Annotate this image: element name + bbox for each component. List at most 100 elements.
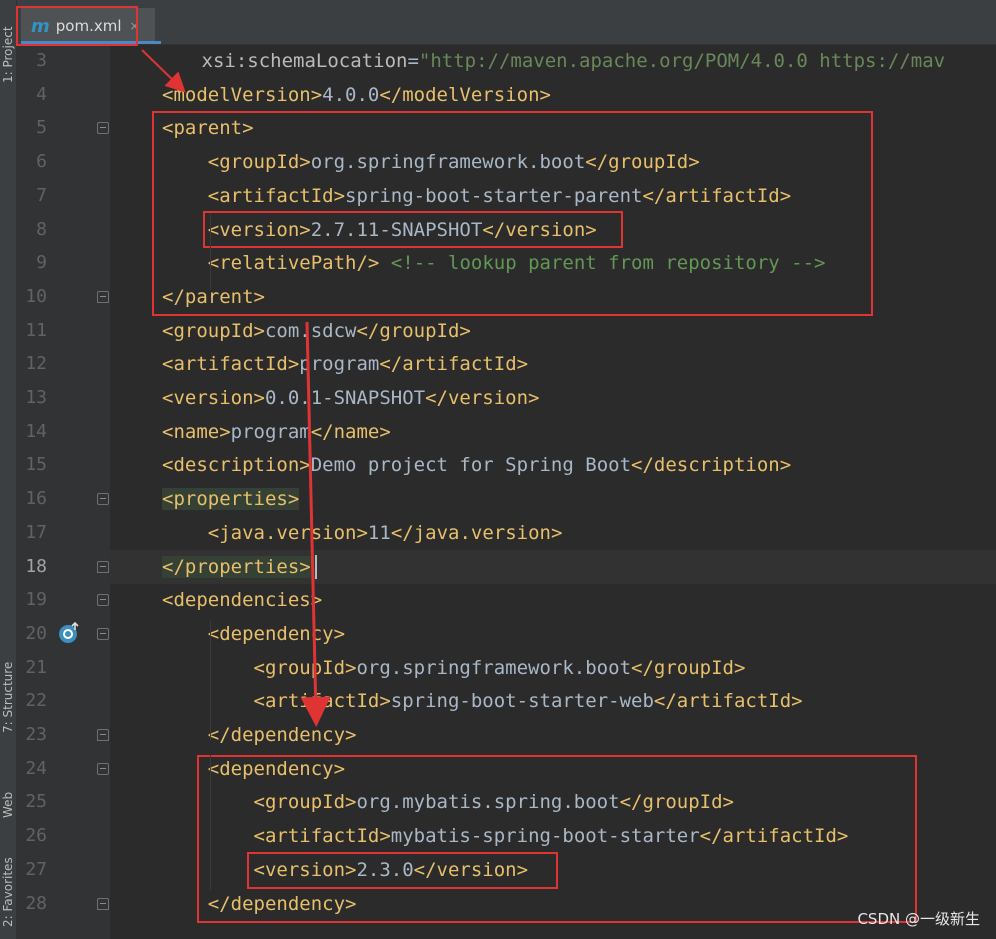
code-token: </dependency> xyxy=(207,724,357,746)
code-line[interactable]: <groupId>com.sdcw</groupId> xyxy=(162,314,471,348)
text-caret xyxy=(315,555,317,579)
spring-run-gutter-icon[interactable] xyxy=(57,621,81,645)
code-line[interactable]: <version>0.0.1-SNAPSHOT</version> xyxy=(162,381,540,415)
code-token: </artifactId> xyxy=(379,353,529,376)
line-number: 5 xyxy=(36,117,47,139)
code-token: <artifactId> xyxy=(253,690,391,713)
line-number: 28 xyxy=(25,892,47,914)
code-token: <version> xyxy=(253,858,357,881)
fold-marker-icon[interactable] xyxy=(97,493,109,506)
code-line[interactable]: <dependency> xyxy=(162,617,345,651)
line-number: 6 xyxy=(36,151,47,173)
code-token: </properties> xyxy=(162,555,311,578)
fold-marker-icon[interactable] xyxy=(97,627,109,640)
code-token: <dependency> xyxy=(207,757,346,780)
code-line[interactable]: <properties> xyxy=(162,482,300,516)
line-number: 12 xyxy=(25,353,47,375)
code-token: <version> xyxy=(207,218,311,241)
fold-marker-icon[interactable] xyxy=(97,762,109,775)
line-number: 14 xyxy=(25,420,47,442)
code-token: <artifactId> xyxy=(207,184,346,207)
code-token: spring-boot-starter-parent xyxy=(345,184,643,207)
code-token: </version> xyxy=(482,218,597,241)
code-line[interactable]: <groupId>org.springframework.boot</group… xyxy=(162,651,746,685)
code-token: : xyxy=(235,50,248,72)
code-token: </artifactId> xyxy=(653,690,803,713)
code-token: </groupId> xyxy=(585,151,700,174)
code-line[interactable]: <description>Demo project for Spring Boo… xyxy=(162,448,791,482)
fold-marker-icon[interactable] xyxy=(97,729,109,741)
code-line[interactable]: </dependency> xyxy=(162,887,357,921)
close-tab-icon[interactable]: × xyxy=(130,19,140,33)
code-token: <groupId> xyxy=(253,791,357,814)
code-line[interactable]: <version>2.3.0</version> xyxy=(162,853,529,887)
line-number: 7 xyxy=(36,184,47,206)
code-token: <dependency> xyxy=(207,622,346,645)
code-line[interactable]: <groupId>org.springframework.boot</group… xyxy=(162,145,700,179)
code-line[interactable]: </properties> xyxy=(162,550,311,584)
indent-guide xyxy=(210,755,211,890)
code-line[interactable]: <dependency> xyxy=(162,752,345,786)
line-number: 16 xyxy=(25,488,47,510)
line-number: 10 xyxy=(25,285,47,307)
code-line[interactable]: <artifactId>program</artifactId> xyxy=(162,347,528,381)
code-line[interactable]: <groupId>org.mybatis.spring.boot</groupI… xyxy=(162,785,734,819)
code-line[interactable]: <modelVersion>4.0.0</modelVersion> xyxy=(162,78,551,112)
line-number: 25 xyxy=(25,791,47,813)
code-token: </description> xyxy=(631,454,792,477)
code-token: schemaLocation xyxy=(247,50,408,72)
fold-marker-icon[interactable] xyxy=(97,560,109,573)
watermark-text: CSDN @一级新生 xyxy=(857,910,980,928)
code-token: org.springframework.boot xyxy=(356,656,632,679)
code-token: org.springframework.boot xyxy=(310,151,586,174)
code-token: <artifactId> xyxy=(162,353,300,376)
code-line[interactable]: </dependency> xyxy=(162,718,357,752)
line-number: 3 xyxy=(36,50,47,71)
code-token: <groupId> xyxy=(253,656,357,679)
code-line[interactable]: <artifactId>spring-boot-starter-web</art… xyxy=(162,684,803,718)
fold-marker-icon[interactable] xyxy=(97,290,109,303)
code-token: </groupId> xyxy=(631,656,746,679)
code-token: 11 xyxy=(367,521,391,544)
code-line[interactable]: <parent> xyxy=(162,111,254,145)
code-token: Demo project for Spring Boot xyxy=(310,454,632,477)
code-token: <artifactId> xyxy=(253,825,391,848)
code-line[interactable]: <artifactId>spring-boot-starter-parent</… xyxy=(162,179,791,213)
code-line[interactable]: xsi:schemaLocation="http://maven.apache.… xyxy=(110,44,946,78)
fold-marker-icon[interactable] xyxy=(97,897,109,910)
line-number: 17 xyxy=(25,521,47,543)
code-line[interactable]: <artifactId>mybatis-spring-boot-starter<… xyxy=(162,819,849,853)
line-number: 22 xyxy=(25,690,47,712)
code-line[interactable]: <java.version>11</java.version> xyxy=(162,516,563,550)
fold-marker-icon[interactable] xyxy=(97,594,109,607)
code-token: </groupId> xyxy=(619,791,734,814)
code-token: xsi xyxy=(110,50,236,72)
code-token: 2.3.0 xyxy=(356,858,414,881)
fold-marker-icon[interactable] xyxy=(97,122,109,135)
code-token: </modelVersion> xyxy=(379,83,551,106)
line-number: 8 xyxy=(36,218,47,240)
line-number: 4 xyxy=(36,83,47,105)
code-token: <groupId> xyxy=(207,151,311,174)
code-line[interactable]: <version>2.7.11-SNAPSHOT</version> xyxy=(162,213,597,247)
code-token: <!-- lookup parent from repository --> xyxy=(390,252,826,275)
code-token: <relativePath/> xyxy=(207,252,380,275)
code-token: program xyxy=(230,420,311,443)
code-token: <properties> xyxy=(162,488,300,511)
code-token: <groupId> xyxy=(162,319,265,342)
code-line[interactable]: <name>program</name> xyxy=(162,415,391,449)
line-number: 23 xyxy=(25,724,47,745)
code-line[interactable]: <relativePath/> <!-- lookup parent from … xyxy=(162,246,826,280)
code-line[interactable]: <dependencies> xyxy=(162,583,322,617)
editor-tab-pom-xml[interactable]: m pom.xml × xyxy=(21,8,155,44)
code-token: <java.version> xyxy=(207,521,368,544)
line-number: 24 xyxy=(25,757,47,779)
indent-guide xyxy=(210,621,211,740)
code-line[interactable]: </parent> xyxy=(162,280,265,314)
